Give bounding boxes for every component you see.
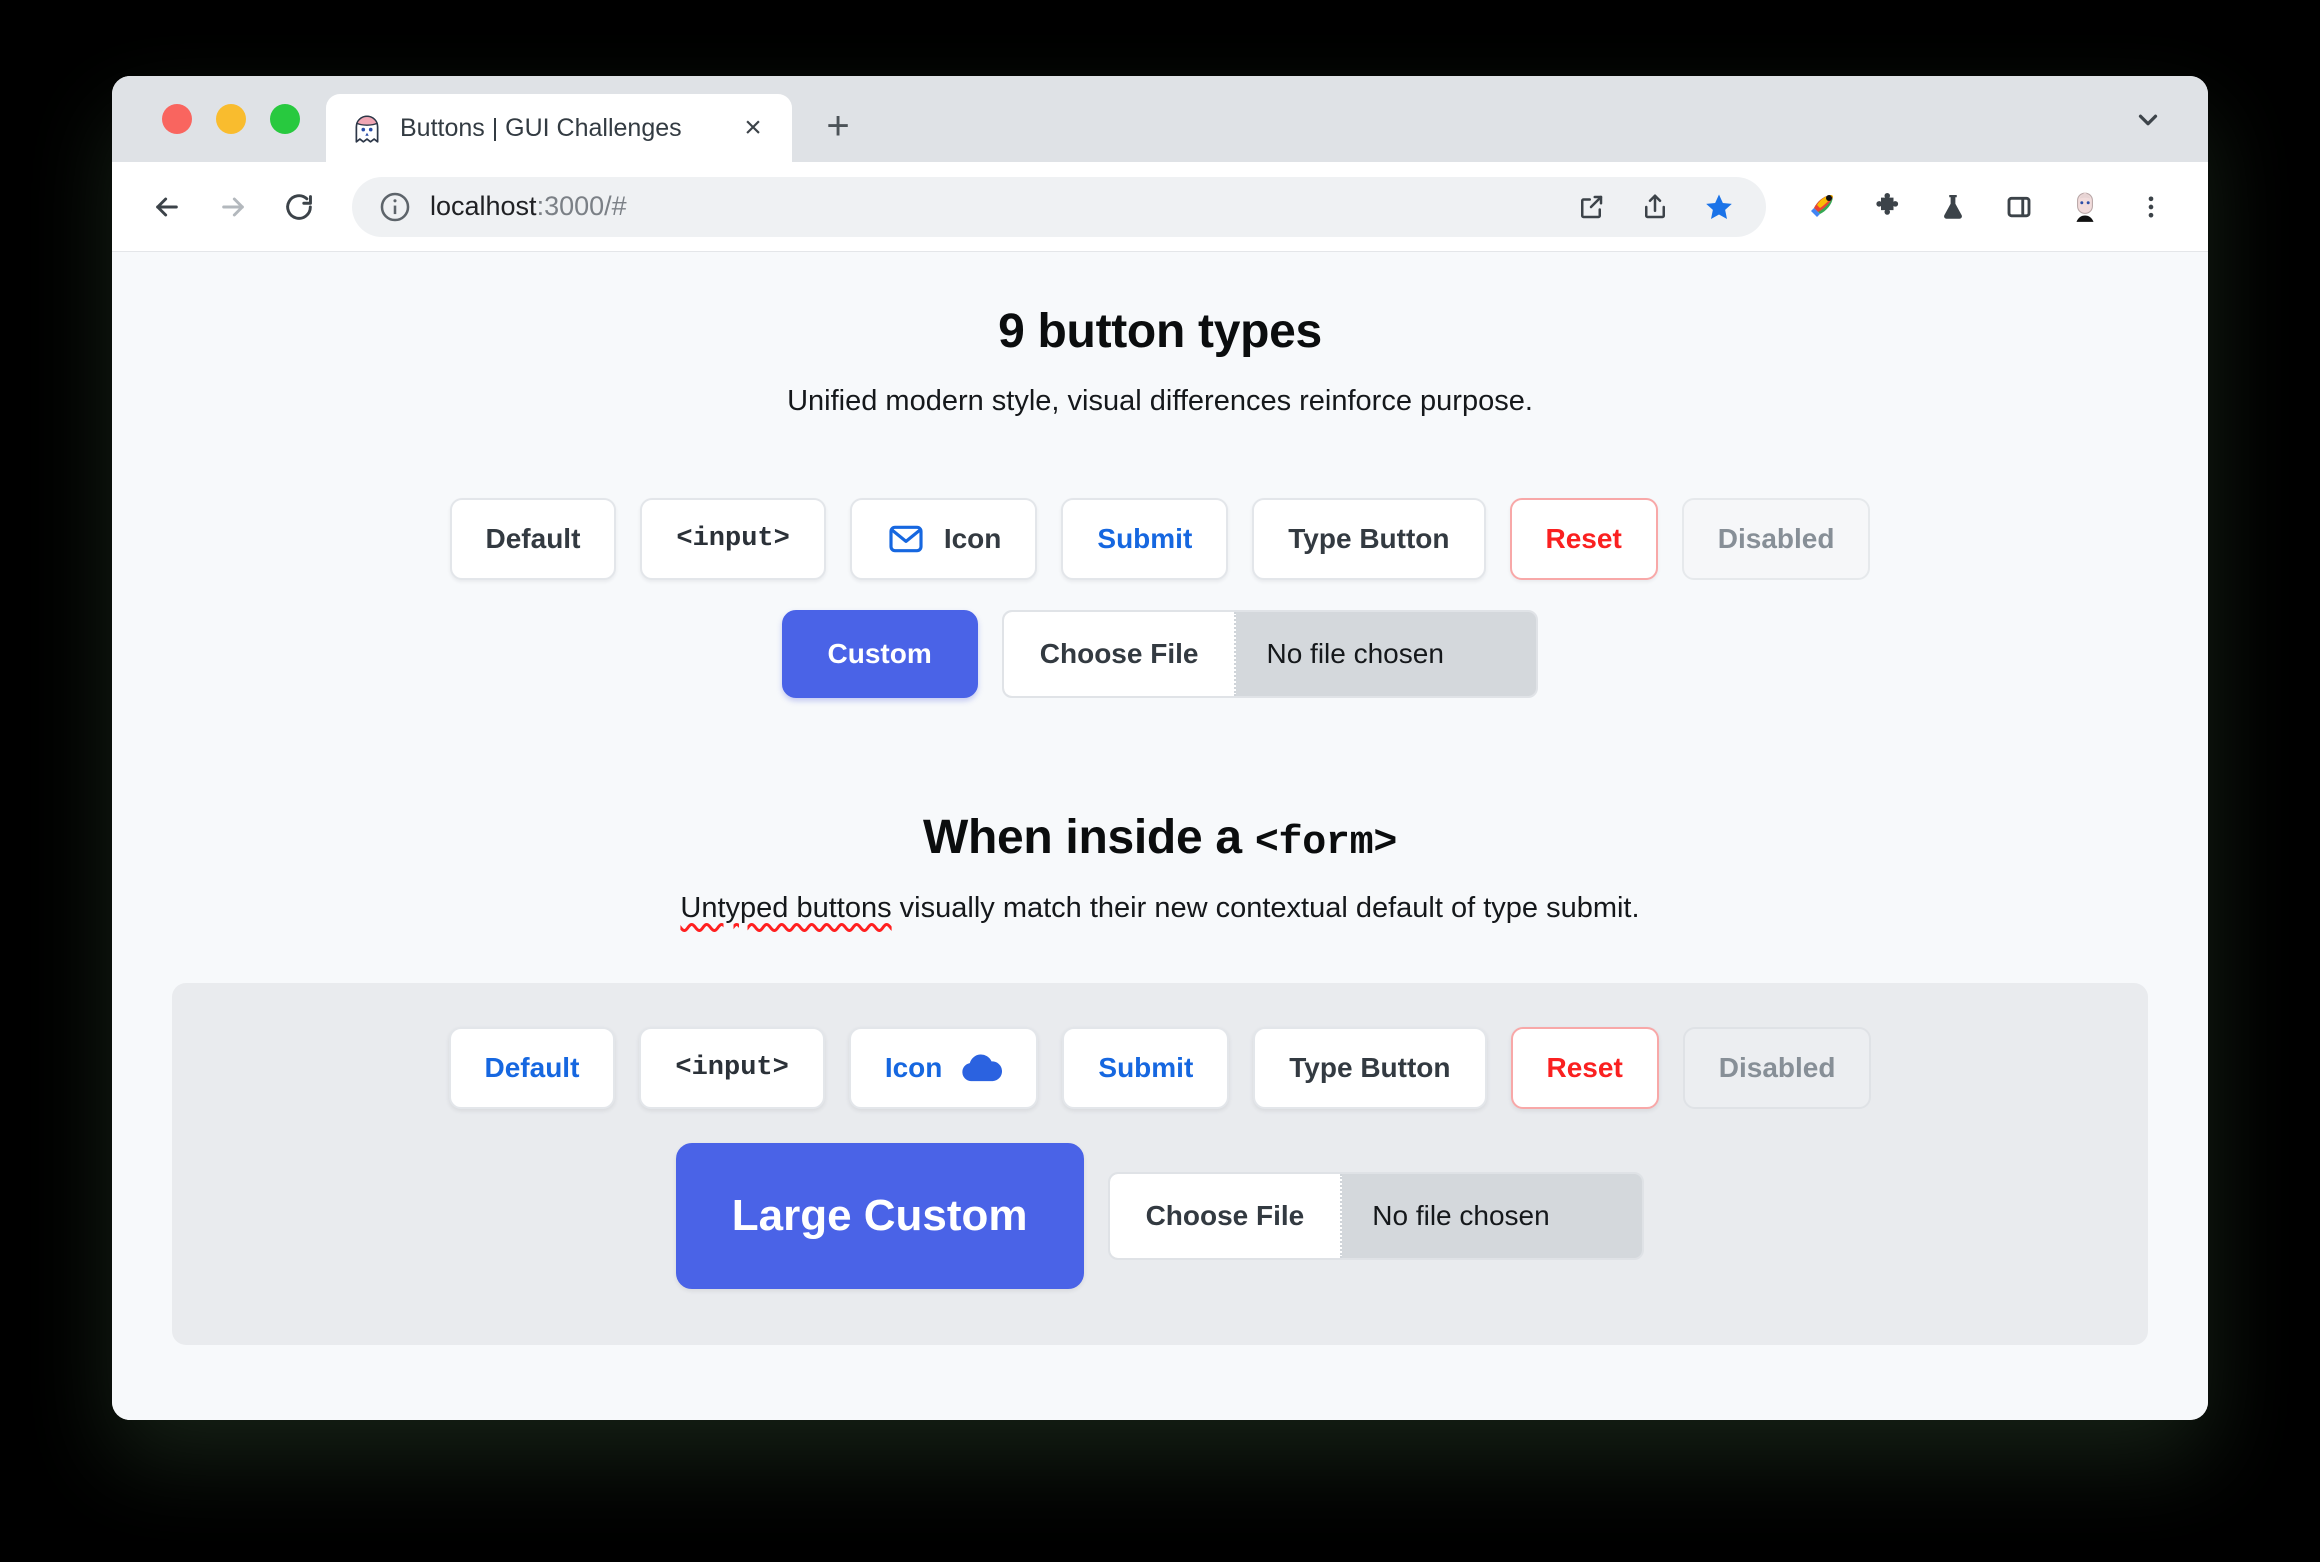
mail-icon [886, 519, 926, 559]
reload-icon[interactable] [268, 176, 330, 238]
form-section: When inside a <form> Untyped buttons vis… [112, 810, 2208, 1345]
screenshot-stage: Buttons | GUI Challenges × + localhost:3… [0, 0, 2320, 1562]
page-title: 9 button types [998, 305, 1322, 358]
icon-button-label: Icon [943, 523, 1002, 554]
form-panel: Default <input> Icon Submit Type Button [172, 983, 2148, 1345]
ghost-favicon-icon [350, 111, 384, 145]
browser-toolbar: localhost:3000/# [112, 162, 2208, 252]
more-vertical-icon[interactable] [2122, 178, 2180, 236]
form-choose-file-button[interactable]: Choose File [1109, 1174, 1343, 1258]
form-title-tag: <form> [1254, 821, 1398, 866]
extension-icons [1792, 178, 2180, 236]
form-icon-button-label: Icon [884, 1052, 943, 1083]
back-arrow-icon[interactable] [136, 176, 198, 238]
form-button-row-primary: Default <input> Icon Submit Type Button [172, 1027, 2148, 1109]
window-traffic-lights [136, 104, 326, 162]
omnibox-actions [1562, 178, 1754, 236]
browser-tab-active[interactable]: Buttons | GUI Challenges × [326, 94, 792, 162]
profile-avatar-icon[interactable] [2056, 178, 2114, 236]
rocket-extension-icon[interactable] [1792, 178, 1850, 236]
icon-button[interactable]: Icon [849, 498, 1038, 580]
spellchecked-phrase: Untyped buttons [680, 892, 892, 924]
disabled-button: Disabled [1681, 498, 1871, 580]
file-name-label: No file chosen [1266, 638, 1444, 669]
open-in-new-icon[interactable] [1562, 178, 1620, 236]
form-reset-button[interactable]: Reset [1510, 1027, 1659, 1109]
form-type-button[interactable]: Type Button [1253, 1027, 1487, 1109]
form-section-title: When inside a <form> [112, 810, 2208, 866]
puzzle-extension-icon[interactable] [1858, 178, 1916, 236]
form-subtitle-rest: visually match their new contextual defa… [891, 892, 1640, 924]
address-bar[interactable]: localhost:3000/# [352, 176, 1766, 237]
submit-button[interactable]: Submit [1061, 498, 1229, 580]
choose-file-button[interactable]: Choose File [1003, 612, 1237, 696]
page-subtitle: Unified modern style, visual differences… [787, 385, 1533, 417]
minimize-window-button[interactable] [216, 104, 246, 134]
close-tab-button[interactable]: × [736, 111, 770, 145]
form-default-button[interactable]: Default [448, 1027, 616, 1109]
large-custom-button[interactable]: Large Custom [675, 1143, 1084, 1289]
form-icon-button[interactable]: Icon [848, 1027, 1039, 1109]
tab-strip: Buttons | GUI Challenges × + [112, 76, 2208, 162]
form-title-prefix: When inside a [922, 811, 1255, 864]
share-icon[interactable] [1626, 178, 1684, 236]
input-button[interactable]: <input> [640, 498, 826, 580]
url-host: localhost [430, 191, 537, 221]
side-panel-icon[interactable] [1990, 178, 2048, 236]
custom-button[interactable]: Custom [781, 610, 978, 698]
button-row-primary: Default <input> Icon Submit Type Button … [112, 498, 2208, 580]
form-file-input[interactable]: Choose File No file chosen [1107, 1172, 1645, 1260]
file-input[interactable]: Choose File No file chosen [1001, 610, 1539, 698]
form-input-button[interactable]: <input> [639, 1027, 825, 1109]
button-row-secondary: Custom Choose File No file chosen [112, 610, 2208, 698]
cloud-icon [960, 1052, 1003, 1084]
default-button[interactable]: Default [449, 498, 617, 580]
bookmark-star-icon[interactable] [1690, 178, 1748, 236]
page-viewport: 9 button types Unified modern style, vis… [112, 252, 2208, 1420]
maximize-window-button[interactable] [270, 104, 300, 134]
close-window-button[interactable] [162, 104, 192, 134]
url-path: :3000/# [536, 191, 627, 221]
type-button[interactable]: Type Button [1252, 498, 1486, 580]
chevron-down-icon[interactable] [2128, 100, 2168, 140]
form-submit-button[interactable]: Submit [1062, 1027, 1230, 1109]
flask-labs-icon[interactable] [1924, 178, 1982, 236]
browser-window: Buttons | GUI Challenges × + localhost:3… [112, 76, 2208, 1420]
form-disabled-button: Disabled [1682, 1027, 1872, 1109]
forward-arrow-icon[interactable] [202, 176, 264, 238]
info-circle-icon[interactable] [378, 190, 412, 224]
form-section-subtitle: Untyped buttons visually match their new… [112, 892, 2208, 925]
tab-title: Buttons | GUI Challenges [400, 113, 682, 142]
reset-button[interactable]: Reset [1509, 498, 1658, 580]
form-button-row-secondary: Large Custom Choose File No file chosen [172, 1143, 2148, 1289]
new-tab-button[interactable]: + [810, 98, 866, 154]
form-file-name-label: No file chosen [1372, 1200, 1550, 1231]
url-text: localhost:3000/# [430, 191, 627, 222]
